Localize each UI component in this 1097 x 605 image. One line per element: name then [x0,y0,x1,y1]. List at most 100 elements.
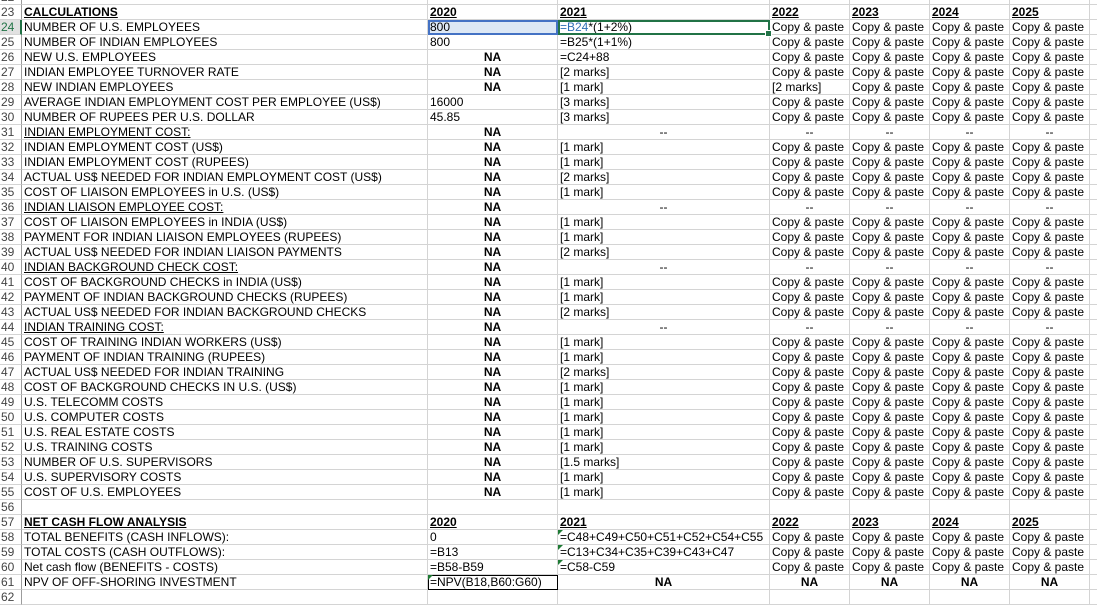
cell-c53[interactable]: [1.5 marks] [558,455,770,470]
cell-e38[interactable]: Copy & paste [850,230,930,245]
cell-d47[interactable]: Copy & paste [770,365,850,380]
cell-a60[interactable]: Net cash flow (BENEFITS - COSTS) [22,560,428,575]
cell-h62[interactable] [1090,590,1097,605]
row-header[interactable]: 45 [0,335,22,350]
cell-d36[interactable]: -- [770,200,850,215]
cell-d35[interactable]: Copy & paste [770,185,850,200]
cell-g27[interactable]: Copy & paste [1010,65,1090,80]
cell-a37[interactable]: COST OF LIAISON EMPLOYEES in INDIA (US$) [22,215,428,230]
cell-e26[interactable]: Copy & paste [850,50,930,65]
cell-e62[interactable] [850,590,930,605]
cell-e27[interactable]: Copy & paste [850,65,930,80]
cell-h23[interactable] [1090,5,1097,20]
cell-d51[interactable]: Copy & paste [770,425,850,440]
cell-a47[interactable]: ACTUAL US$ NEEDED FOR INDIAN TRAINING [22,365,428,380]
cell-g26[interactable]: Copy & paste [1010,50,1090,65]
row-header[interactable]: 32 [0,140,22,155]
cell-h43[interactable] [1090,305,1097,320]
cell-d34[interactable]: Copy & paste [770,170,850,185]
cell-c52[interactable]: [1 mark] [558,440,770,455]
cell-g43[interactable]: Copy & paste [1010,305,1090,320]
cell-f58[interactable]: Copy & paste [930,530,1010,545]
cell-c42[interactable]: [1 mark] [558,290,770,305]
cell-f32[interactable]: Copy & paste [930,140,1010,155]
cell-h40[interactable] [1090,260,1097,275]
row-header[interactable]: 27 [0,65,22,80]
cell-d26[interactable]: Copy & paste [770,50,850,65]
cell-b35[interactable]: NA [428,185,558,200]
cell-g32[interactable]: Copy & paste [1010,140,1090,155]
cell-d61[interactable]: NA [770,575,850,590]
cell-f31[interactable]: -- [930,125,1010,140]
cell-d45[interactable]: Copy & paste [770,335,850,350]
cell-d49[interactable]: Copy & paste [770,395,850,410]
cell-f59[interactable]: Copy & paste [930,545,1010,560]
cell-h25[interactable] [1090,35,1097,50]
cell-e42[interactable]: Copy & paste [850,290,930,305]
row-header[interactable]: 56 [0,500,22,515]
cell-a61[interactable]: NPV OF OFF-SHORING INVESTMENT [22,575,428,590]
cell-a55[interactable]: COST OF U.S. EMPLOYEES [22,485,428,500]
cell-d32[interactable]: Copy & paste [770,140,850,155]
cell-a41[interactable]: COST OF BACKGROUND CHECKS in INDIA (US$) [22,275,428,290]
cell-d53[interactable]: Copy & paste [770,455,850,470]
cell-b33[interactable]: NA [428,155,558,170]
cell-b47[interactable]: NA [428,365,558,380]
cell-b30[interactable]: 45.85 [428,110,558,125]
cell-h45[interactable] [1090,335,1097,350]
cell-h41[interactable] [1090,275,1097,290]
cell-c54[interactable]: [1 mark] [558,470,770,485]
cell-d24[interactable]: Copy & paste [770,20,850,35]
cell-d48[interactable]: Copy & paste [770,380,850,395]
cell-e46[interactable]: Copy & paste [850,350,930,365]
cell-g24[interactable]: Copy & paste [1010,20,1090,35]
cell-f53[interactable]: Copy & paste [930,455,1010,470]
cell-h35[interactable] [1090,185,1097,200]
cell-f51[interactable]: Copy & paste [930,425,1010,440]
cell-g34[interactable]: Copy & paste [1010,170,1090,185]
cell-b44[interactable]: NA [428,320,558,335]
cell-c27[interactable]: [2 marks] [558,65,770,80]
cell-f46[interactable]: Copy & paste [930,350,1010,365]
cell-f40[interactable]: -- [930,260,1010,275]
cell-c58[interactable]: =C48+C49+C50+C51+C52+C54+C55 [558,530,770,545]
cell-b42[interactable]: NA [428,290,558,305]
row-header[interactable]: 38 [0,230,22,245]
cell-h29[interactable] [1090,95,1097,110]
row-header[interactable]: 24 [0,20,22,35]
cell-a62[interactable] [22,590,428,605]
row-header[interactable]: 30 [0,110,22,125]
row-header[interactable]: 55 [0,485,22,500]
cell-h50[interactable] [1090,410,1097,425]
cell-e57[interactable]: 2023 [850,515,930,530]
cell-a33[interactable]: INDIAN EMPLOYMENT COST (RUPEES) [22,155,428,170]
row-header[interactable]: 42 [0,290,22,305]
cell-f55[interactable]: Copy & paste [930,485,1010,500]
cell-e52[interactable]: Copy & paste [850,440,930,455]
cell-e53[interactable]: Copy & paste [850,455,930,470]
cell-e35[interactable]: Copy & paste [850,185,930,200]
row-header[interactable]: 26 [0,50,22,65]
cell-c25[interactable]: =B25*(1+1%) [558,35,770,50]
cell-f25[interactable]: Copy & paste [930,35,1010,50]
cell-b59[interactable]: =B13 [428,545,558,560]
cell-c29[interactable]: [3 marks] [558,95,770,110]
cell-f52[interactable]: Copy & paste [930,440,1010,455]
cell-a53[interactable]: NUMBER OF U.S. SUPERVISORS [22,455,428,470]
cell-c55[interactable]: [1 mark] [558,485,770,500]
cell-h55[interactable] [1090,485,1097,500]
cell-a45[interactable]: COST OF TRAINING INDIAN WORKERS (US$) [22,335,428,350]
cell-a57[interactable]: NET CASH FLOW ANALYSIS [22,515,428,530]
cell-b31[interactable]: NA [428,125,558,140]
cell-e56[interactable] [850,500,930,515]
cell-c57[interactable]: 2021 [558,515,770,530]
cell-g39[interactable]: Copy & paste [1010,245,1090,260]
cell-b51[interactable]: NA [428,425,558,440]
cell-c36[interactable]: -- [558,200,770,215]
cell-e51[interactable]: Copy & paste [850,425,930,440]
cell-c41[interactable]: [1 mark] [558,275,770,290]
cell-e39[interactable]: Copy & paste [850,245,930,260]
cell-h53[interactable] [1090,455,1097,470]
cell-h60[interactable] [1090,560,1097,575]
cell-h36[interactable] [1090,200,1097,215]
